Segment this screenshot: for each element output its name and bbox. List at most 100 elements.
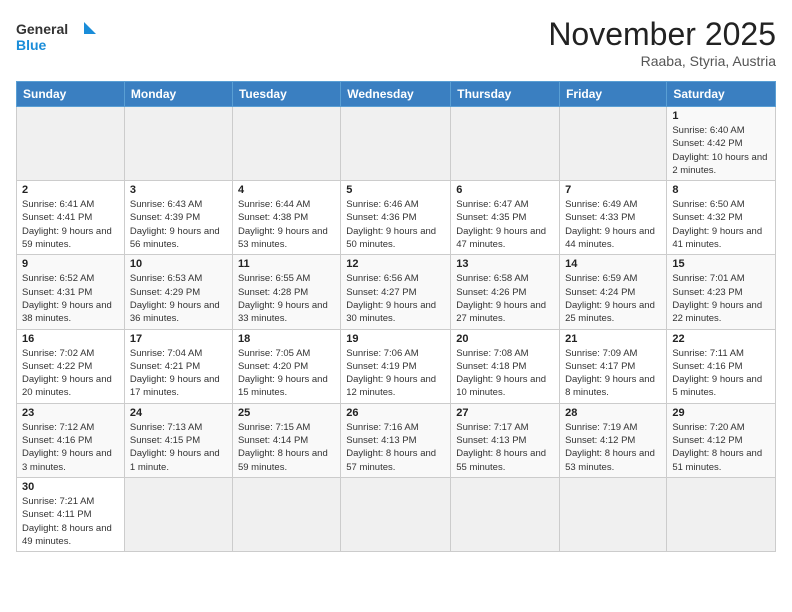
day-number: 3 <box>130 184 227 196</box>
day-number: 15 <box>672 258 770 270</box>
header-wednesday: Wednesday <box>341 82 451 107</box>
month-title: November 2025 <box>548 16 776 53</box>
day-number: 21 <box>565 333 661 345</box>
calendar-cell: 14 Sunrise: 6:59 AMSunset: 4:24 PMDayligh… <box>560 255 667 329</box>
calendar-week-row: 23 Sunrise: 7:12 AMSunset: 4:16 PMDayligh… <box>17 403 776 477</box>
day-number: 28 <box>565 407 661 419</box>
day-info: Sunrise: 6:47 AMSunset: 4:35 PMDaylight:… <box>456 198 554 251</box>
day-info: Sunrise: 6:44 AMSunset: 4:38 PMDaylight:… <box>238 198 335 251</box>
calendar-cell <box>232 477 340 551</box>
day-info: Sunrise: 6:52 AMSunset: 4:31 PMDaylight:… <box>22 272 119 325</box>
header-thursday: Thursday <box>451 82 560 107</box>
day-info: Sunrise: 7:09 AMSunset: 4:17 PMDaylight:… <box>565 347 661 400</box>
header-monday: Monday <box>124 82 232 107</box>
day-number: 16 <box>22 333 119 345</box>
day-number: 25 <box>238 407 335 419</box>
header-tuesday: Tuesday <box>232 82 340 107</box>
calendar-cell <box>232 107 340 181</box>
logo: GeneralBlue <box>16 16 106 58</box>
day-number: 5 <box>346 184 445 196</box>
day-number: 22 <box>672 333 770 345</box>
header-sunday: Sunday <box>17 82 125 107</box>
day-number: 6 <box>456 184 554 196</box>
calendar-cell: 16 Sunrise: 7:02 AMSunset: 4:22 PMDayligh… <box>17 329 125 403</box>
calendar-cell <box>341 477 451 551</box>
day-number: 4 <box>238 184 335 196</box>
calendar-cell: 5 Sunrise: 6:46 AMSunset: 4:36 PMDaylight… <box>341 181 451 255</box>
day-number: 10 <box>130 258 227 270</box>
calendar-cell: 27Sunrise: 7:17 AMSunset: 4:13 PMDayligh… <box>451 403 560 477</box>
calendar-cell: 29Sunrise: 7:20 AMSunset: 4:12 PMDayligh… <box>667 403 776 477</box>
day-number: 12 <box>346 258 445 270</box>
day-info: Sunrise: 7:06 AMSunset: 4:19 PMDaylight:… <box>346 347 445 400</box>
day-number: 2 <box>22 184 119 196</box>
day-number: 1 <box>672 110 770 122</box>
day-info: Sunrise: 7:12 AMSunset: 4:16 PMDaylight:… <box>22 421 119 474</box>
calendar-cell <box>560 107 667 181</box>
day-number: 7 <box>565 184 661 196</box>
svg-text:Blue: Blue <box>16 37 47 53</box>
logo-svg: GeneralBlue <box>16 16 106 58</box>
calendar-cell: 8 Sunrise: 6:50 AMSunset: 4:32 PMDaylight… <box>667 181 776 255</box>
day-number: 30 <box>22 481 119 493</box>
calendar-week-row: 30 Sunrise: 7:21 AMSunset: 4:11 PMDayligh… <box>17 477 776 551</box>
calendar-cell: 6 Sunrise: 6:47 AMSunset: 4:35 PMDaylight… <box>451 181 560 255</box>
calendar-cell: 15Sunrise: 7:01 AMSunset: 4:23 PMDayligh… <box>667 255 776 329</box>
calendar-cell: 20Sunrise: 7:08 AMSunset: 4:18 PMDayligh… <box>451 329 560 403</box>
calendar-cell: 9 Sunrise: 6:52 AMSunset: 4:31 PMDaylight… <box>17 255 125 329</box>
day-number: 23 <box>22 407 119 419</box>
day-number: 20 <box>456 333 554 345</box>
calendar-cell <box>17 107 125 181</box>
day-info: Sunrise: 7:04 AMSunset: 4:21 PMDaylight:… <box>130 347 227 400</box>
day-number: 8 <box>672 184 770 196</box>
day-info: Sunrise: 6:56 AMSunset: 4:27 PMDaylight:… <box>346 272 445 325</box>
day-number: 26 <box>346 407 445 419</box>
calendar-cell: 4 Sunrise: 6:44 AMSunset: 4:38 PMDaylight… <box>232 181 340 255</box>
page-header: GeneralBlue November 2025 Raaba, Styria,… <box>16 16 776 69</box>
calendar-cell <box>667 477 776 551</box>
day-info: Sunrise: 7:02 AMSunset: 4:22 PMDaylight:… <box>22 347 119 400</box>
calendar-cell: 7 Sunrise: 6:49 AMSunset: 4:33 PMDaylight… <box>560 181 667 255</box>
header-saturday: Saturday <box>667 82 776 107</box>
day-info: Sunrise: 6:58 AMSunset: 4:26 PMDaylight:… <box>456 272 554 325</box>
calendar-cell: 11 Sunrise: 6:55 AMSunset: 4:28 PMDayligh… <box>232 255 340 329</box>
calendar-cell: 18Sunrise: 7:05 AMSunset: 4:20 PMDayligh… <box>232 329 340 403</box>
day-info: Sunrise: 7:21 AMSunset: 4:11 PMDaylight:… <box>22 495 119 548</box>
calendar-cell: 1Sunrise: 6:40 AMSunset: 4:42 PMDaylight… <box>667 107 776 181</box>
day-info: Sunrise: 6:46 AMSunset: 4:36 PMDaylight:… <box>346 198 445 251</box>
calendar-cell <box>341 107 451 181</box>
day-info: Sunrise: 6:55 AMSunset: 4:28 PMDaylight:… <box>238 272 335 325</box>
calendar-cell: 17Sunrise: 7:04 AMSunset: 4:21 PMDayligh… <box>124 329 232 403</box>
calendar-cell <box>451 477 560 551</box>
calendar-cell: 10Sunrise: 6:53 AMSunset: 4:29 PMDayligh… <box>124 255 232 329</box>
calendar-cell: 19 Sunrise: 7:06 AMSunset: 4:19 PMDayligh… <box>341 329 451 403</box>
day-number: 9 <box>22 258 119 270</box>
calendar-cell: 21 Sunrise: 7:09 AMSunset: 4:17 PMDayligh… <box>560 329 667 403</box>
calendar-cell: 13 Sunrise: 6:58 AMSunset: 4:26 PMDayligh… <box>451 255 560 329</box>
calendar-week-row: 9 Sunrise: 6:52 AMSunset: 4:31 PMDaylight… <box>17 255 776 329</box>
header-friday: Friday <box>560 82 667 107</box>
day-number: 24 <box>130 407 227 419</box>
calendar-cell: 22Sunrise: 7:11 AMSunset: 4:16 PMDayligh… <box>667 329 776 403</box>
calendar-cell: 2 Sunrise: 6:41 AMSunset: 4:41 PMDaylight… <box>17 181 125 255</box>
day-number: 11 <box>238 258 335 270</box>
calendar-header-row: Sunday Monday Tuesday Wednesday Thursday… <box>17 82 776 107</box>
calendar-cell: 12 Sunrise: 6:56 AMSunset: 4:27 PMDayligh… <box>341 255 451 329</box>
day-info: Sunrise: 6:49 AMSunset: 4:33 PMDaylight:… <box>565 198 661 251</box>
calendar-cell: 30 Sunrise: 7:21 AMSunset: 4:11 PMDayligh… <box>17 477 125 551</box>
day-info: Sunrise: 6:59 AMSunset: 4:24 PMDaylight:… <box>565 272 661 325</box>
day-info: Sunrise: 7:13 AMSunset: 4:15 PMDaylight:… <box>130 421 227 474</box>
day-info: Sunrise: 7:19 AMSunset: 4:12 PMDaylight:… <box>565 421 661 474</box>
location: Raaba, Styria, Austria <box>548 53 776 69</box>
day-number: 14 <box>565 258 661 270</box>
day-info: Sunrise: 6:50 AMSunset: 4:32 PMDaylight:… <box>672 198 770 251</box>
calendar-cell: 28 Sunrise: 7:19 AMSunset: 4:12 PMDayligh… <box>560 403 667 477</box>
calendar-cell: 23 Sunrise: 7:12 AMSunset: 4:16 PMDayligh… <box>17 403 125 477</box>
title-area: November 2025 Raaba, Styria, Austria <box>548 16 776 69</box>
day-number: 13 <box>456 258 554 270</box>
day-info: Sunrise: 6:41 AMSunset: 4:41 PMDaylight:… <box>22 198 119 251</box>
calendar-cell <box>124 107 232 181</box>
calendar-cell <box>124 477 232 551</box>
day-number: 19 <box>346 333 445 345</box>
day-info: Sunrise: 7:17 AMSunset: 4:13 PMDaylight:… <box>456 421 554 474</box>
